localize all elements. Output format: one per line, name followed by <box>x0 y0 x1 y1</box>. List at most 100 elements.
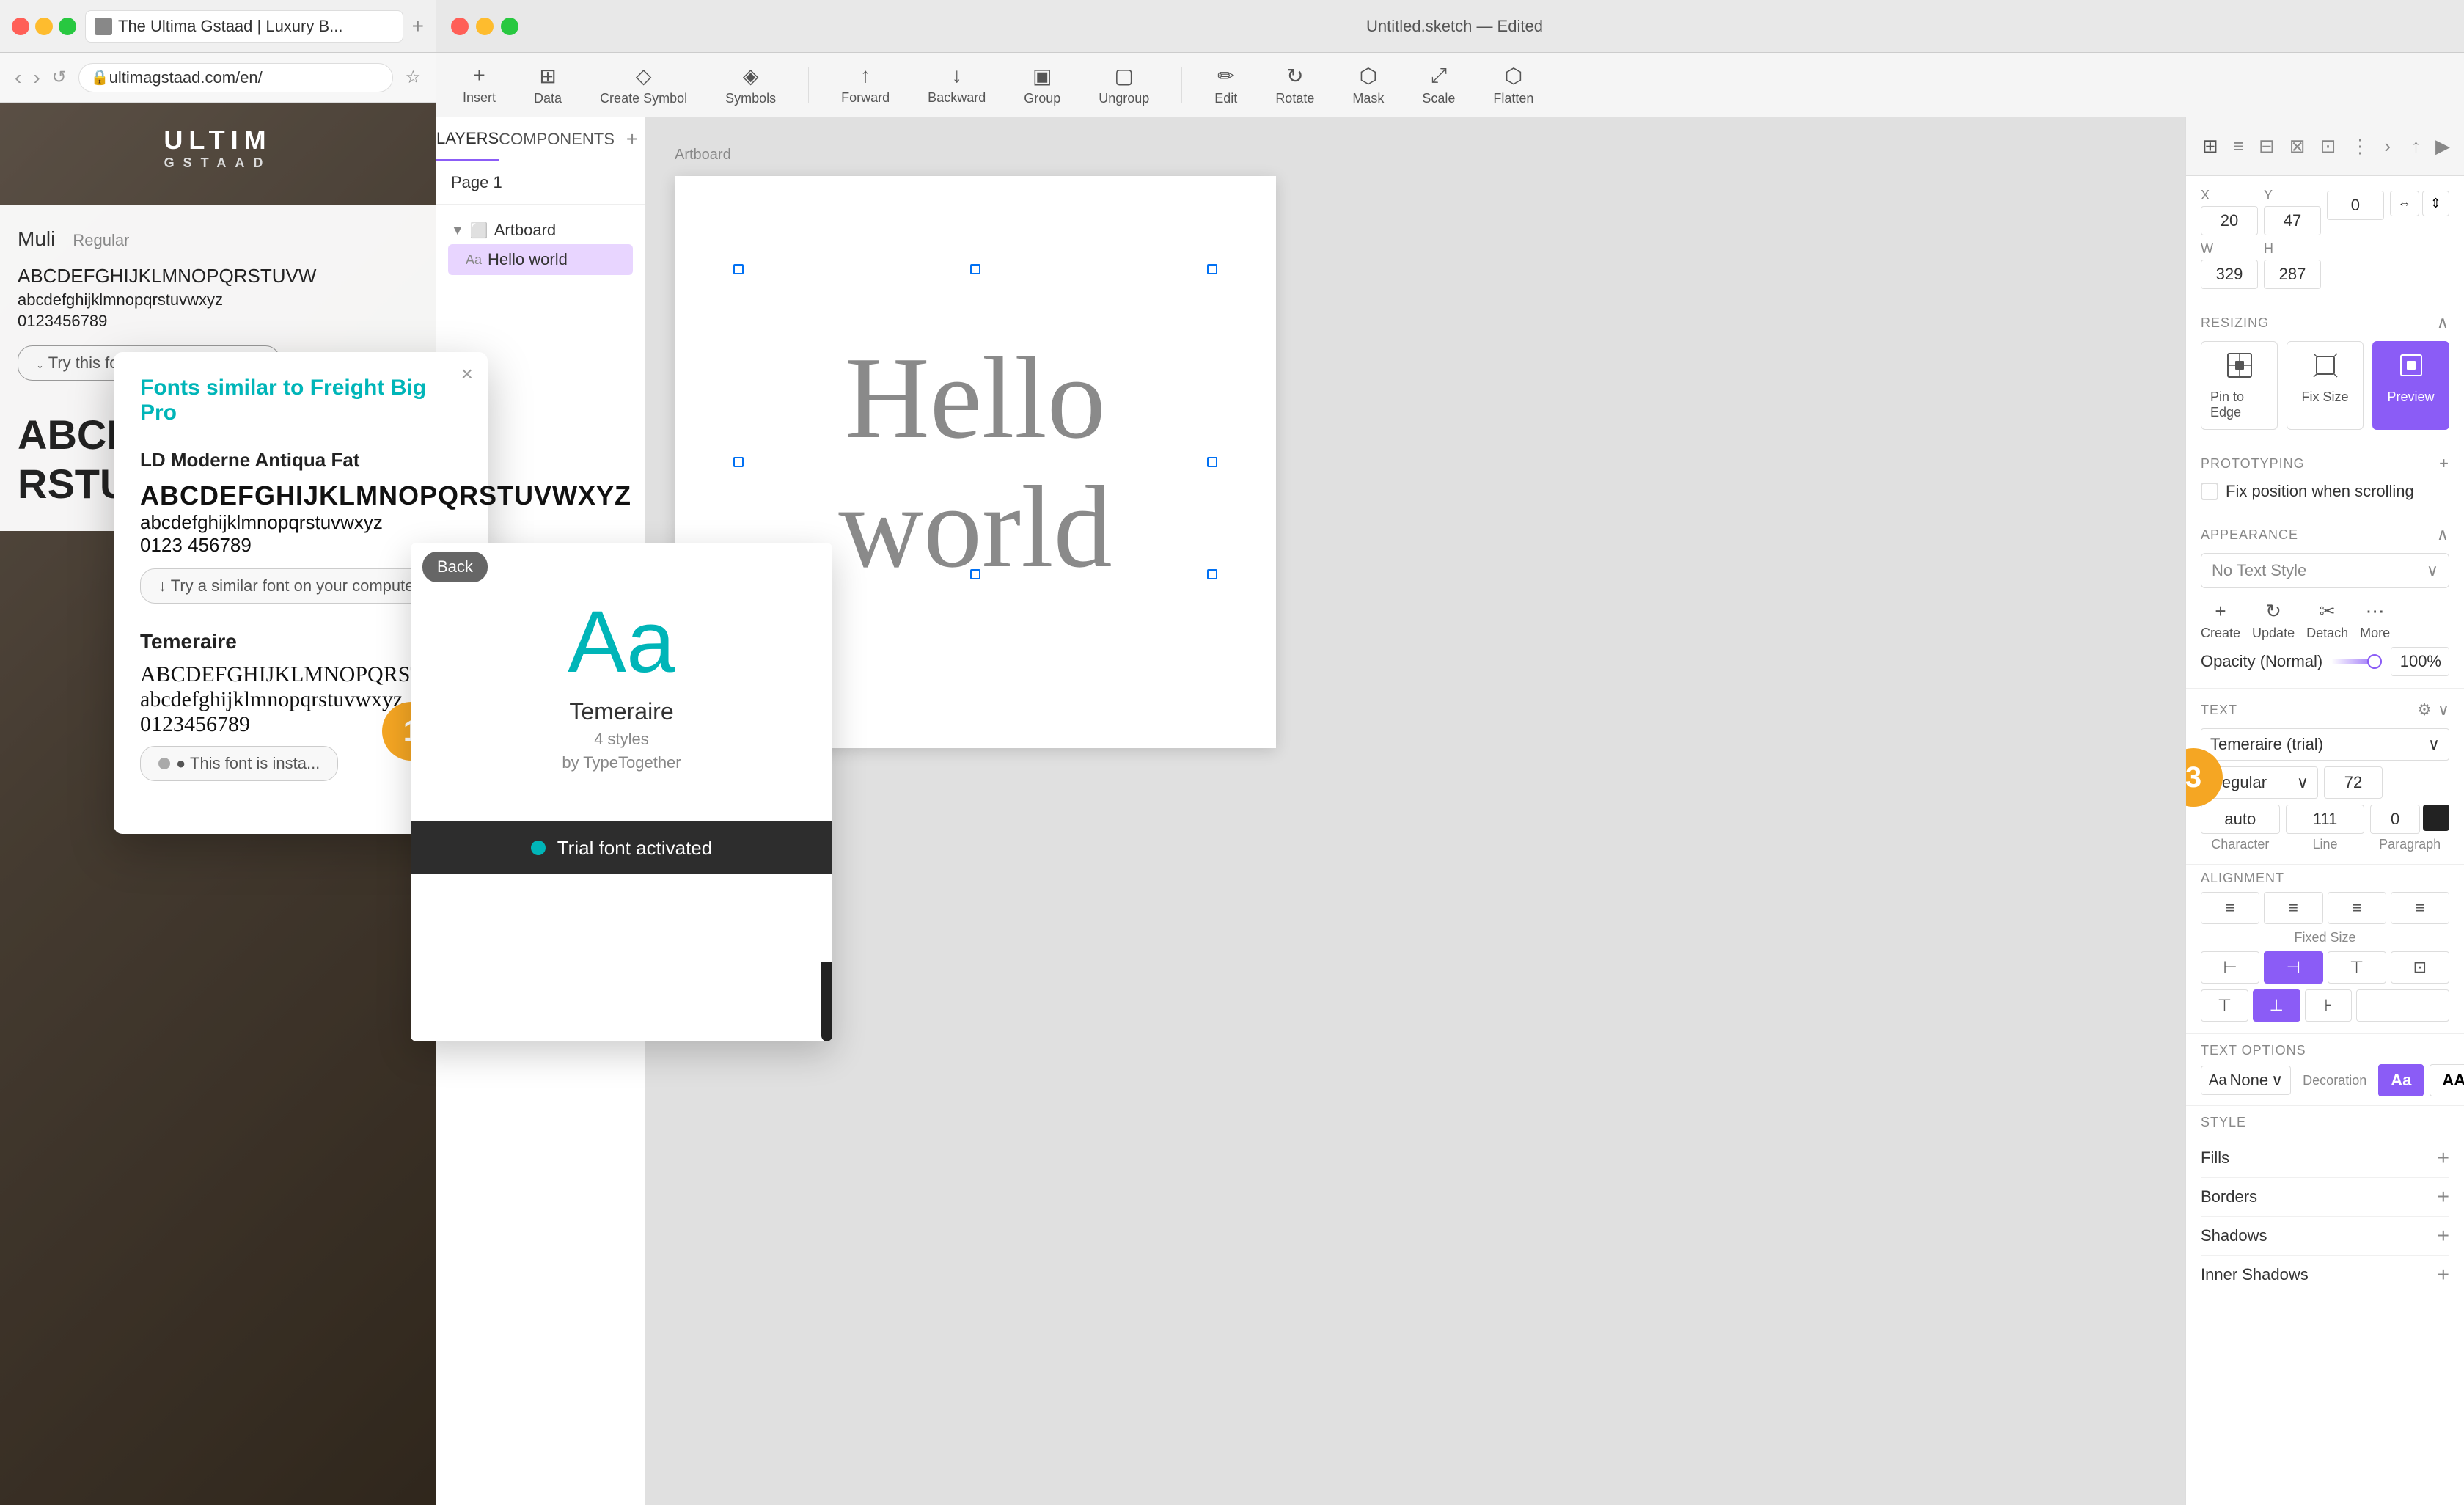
installed-font-button[interactable]: ● This font is insta... <box>140 746 338 781</box>
inspector-more-icon[interactable]: › <box>2380 131 2395 162</box>
reload-button[interactable]: ↺ <box>52 67 67 88</box>
fix-position-checkbox[interactable] <box>2201 483 2218 500</box>
paragraph-field: 0 Paragraph <box>2370 805 2449 852</box>
flip-h-button[interactable]: ⇔ <box>2390 191 2419 216</box>
align-left2-btn[interactable]: ⊢ <box>2201 951 2259 984</box>
align-left-btn[interactable]: ≡ <box>2201 892 2259 924</box>
update-style-btn[interactable]: ↻ Update <box>2252 600 2295 641</box>
valign-top-btn[interactable]: ⊤ <box>2201 989 2248 1022</box>
inspector-grid-icon[interactable]: ⊟ <box>2254 131 2279 162</box>
fills-add-button[interactable]: + <box>2438 1146 2449 1170</box>
modal-close-button[interactable]: × <box>461 364 473 384</box>
inspector-align-icon[interactable]: ⊞ <box>2198 131 2223 162</box>
toolbar-flatten[interactable]: ⬡ Flatten <box>1481 58 1545 112</box>
toolbar-create-symbol[interactable]: ◇ Create Symbol <box>588 58 699 112</box>
flip-v-button[interactable]: ⇕ <box>2422 191 2449 216</box>
buy-font-bar[interactable]: Buy this font Starting from 0€ → 2 <box>821 962 832 1041</box>
toolbar-backward[interactable]: ↓ Backward <box>916 58 997 111</box>
toolbar-rotate[interactable]: ↻ Rotate <box>1264 58 1326 112</box>
more-style-btn[interactable]: ⋯ More <box>2360 600 2390 641</box>
toolbar-scale[interactable]: ⤢ Scale <box>1410 58 1467 112</box>
inner-shadows-add-button[interactable]: + <box>2438 1263 2449 1286</box>
r-value[interactable]: 0 <box>2327 191 2384 220</box>
align-stretch-btn[interactable]: ⊡ <box>2391 951 2449 984</box>
align-center2-btn[interactable]: ⊣ <box>2264 951 2322 984</box>
artboard-layer-header[interactable]: ▼ ⬜ Artboard <box>448 216 633 244</box>
toolbar-group[interactable]: ▣ Group <box>1012 58 1072 112</box>
tab-components[interactable]: COMPONENTS <box>499 117 615 161</box>
inspector-list-icon[interactable]: ≡ <box>2229 131 2248 162</box>
resizing-toggle[interactable]: ∧ <box>2437 313 2449 332</box>
line-value[interactable]: 111 <box>2286 805 2365 834</box>
h-value[interactable]: 287 <box>2264 260 2321 289</box>
fixed-size-label: Fixed Size <box>2201 930 2449 945</box>
mask-icon: ⬡ <box>1360 64 1377 88</box>
valign-bottom-btn[interactable]: ⊦ <box>2305 989 2353 1022</box>
x-value[interactable]: 20 <box>2201 206 2258 235</box>
align-right-btn[interactable]: ≡ <box>2328 892 2386 924</box>
text-more-icon[interactable]: ∨ <box>2438 700 2449 719</box>
preview-icon <box>2397 351 2426 385</box>
opacity-input[interactable]: 100% <box>2391 647 2449 676</box>
try-similar-button[interactable]: ↓ Try a similar font on your computer <box>140 568 438 604</box>
opacity-slider[interactable] <box>2331 659 2382 664</box>
y-value[interactable]: 47 <box>2264 206 2321 235</box>
helloworld-layer-item[interactable]: Aa Hello world <box>448 244 633 275</box>
shadows-add-button[interactable]: + <box>2438 1224 2449 1248</box>
align-center-btn[interactable]: ≡ <box>2264 892 2322 924</box>
browser-tab[interactable]: The Ultima Gstaad | Luxury B... <box>85 10 403 43</box>
tab-layers[interactable]: LAYERS <box>436 117 499 161</box>
prototyping-toggle[interactable]: + <box>2439 454 2449 473</box>
decoration-selector[interactable]: Aa None ∨ <box>2201 1066 2291 1095</box>
font-name-selector[interactable]: Temeraire (trial) ∨ <box>2201 728 2449 761</box>
inspector-lightning-icon[interactable]: ⚡ <box>2460 131 2464 162</box>
back-button[interactable]: Back <box>422 552 488 582</box>
inspector-pin-icon[interactable]: ⊠ <box>2285 131 2310 162</box>
back-nav-button[interactable]: ‹ <box>15 66 21 89</box>
sketch-minimize-btn[interactable] <box>476 18 494 35</box>
new-tab-button[interactable]: + <box>412 15 424 38</box>
text-gear-icon[interactable]: ⚙ <box>2417 700 2432 719</box>
inspector-distribute-icon[interactable]: ⋮ <box>2346 131 2374 162</box>
address-field[interactable]: 🔒 ultimagstaad.com/en/ <box>78 63 394 92</box>
align-justify-btn[interactable]: ≡ <box>2391 892 2449 924</box>
transform-aa-btn[interactable]: Aa <box>2378 1064 2424 1096</box>
toolbar-ungroup[interactable]: ▢ Ungroup <box>1087 58 1161 112</box>
sketch-close-btn[interactable] <box>451 18 469 35</box>
toolbar-symbols[interactable]: ◈ Symbols <box>714 58 788 112</box>
align-right2-btn[interactable]: ⊤ <box>2328 951 2386 984</box>
font-size-input[interactable]: 72 <box>2324 766 2383 799</box>
valign-center-btn[interactable]: ⊥ <box>2253 989 2300 1022</box>
toolbar-forward[interactable]: ↑ Forward <box>829 58 901 111</box>
bookmark-icon[interactable]: ☆ <box>405 67 421 88</box>
fullscreen-button[interactable] <box>59 18 76 35</box>
borders-add-button[interactable]: + <box>2438 1185 2449 1209</box>
toolbar-mask[interactable]: ⬡ Mask <box>1341 58 1396 112</box>
close-button[interactable] <box>12 18 29 35</box>
inspector-anchor-icon[interactable]: ⊡ <box>2316 131 2341 162</box>
canvas-area[interactable]: Artboard Hello world <box>645 117 2185 1505</box>
toolbar-edit[interactable]: ✏ Edit <box>1203 58 1249 112</box>
w-value[interactable]: 329 <box>2201 260 2258 289</box>
toolbar-insert[interactable]: + Insert <box>451 58 507 111</box>
appearance-toggle[interactable]: ∧ <box>2437 525 2449 544</box>
create-symbol-icon: ◇ <box>636 64 652 88</box>
create-style-btn[interactable]: + Create <box>2201 600 2240 641</box>
preview-option[interactable]: Preview <box>2372 341 2449 430</box>
inspector-upload-icon[interactable]: ↑ <box>2407 131 2425 162</box>
detach-style-btn[interactable]: ✂ Detach <box>2306 600 2348 641</box>
transform-AA-btn[interactable]: AA <box>2430 1064 2464 1096</box>
character-value[interactable]: auto <box>2201 805 2280 834</box>
pin-to-edge-option[interactable]: Pin to Edge <box>2201 341 2278 430</box>
toolbar-data[interactable]: ⊞ Data <box>522 58 573 112</box>
inspector-play-icon[interactable]: ▶ <box>2431 131 2454 162</box>
fix-size-option[interactable]: Fix Size <box>2287 341 2364 430</box>
forward-nav-button[interactable]: › <box>33 66 40 89</box>
valign-extra-btn[interactable] <box>2356 989 2449 1022</box>
paragraph-value[interactable]: 0 <box>2370 805 2420 834</box>
minimize-button[interactable] <box>35 18 53 35</box>
text-color-swatch[interactable] <box>2423 805 2449 831</box>
sketch-fullscreen-btn[interactable] <box>501 18 518 35</box>
text-style-dropdown[interactable]: No Text Style ∨ <box>2201 553 2449 588</box>
add-layer-button[interactable]: + <box>615 128 650 151</box>
